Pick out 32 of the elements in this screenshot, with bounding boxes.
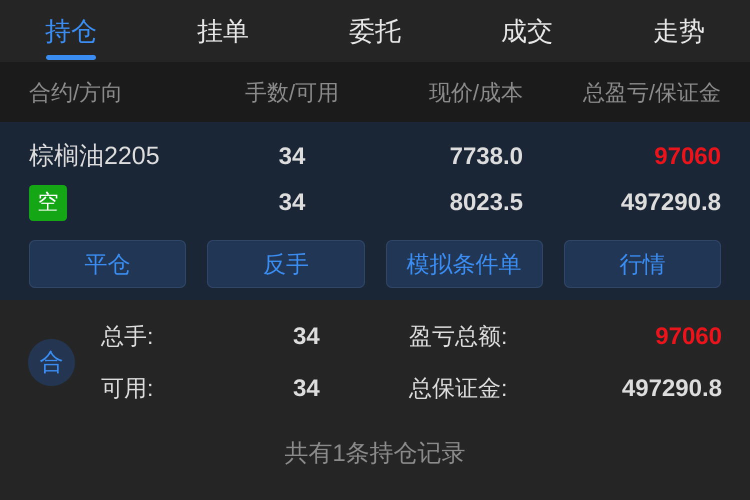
summary-label: 总保证金:	[408, 374, 508, 404]
total-badge: 合	[28, 339, 75, 386]
lots-value: 34	[278, 142, 306, 172]
summary-label: 总手:	[101, 322, 154, 352]
contract-name: 棕榈油2205	[29, 141, 161, 172]
action-button[interactable]: 行情	[564, 240, 721, 288]
column-header: 现价/成本	[428, 78, 523, 106]
summary-label: 可用:	[101, 374, 154, 404]
tab[interactable]: 挂单	[172, 0, 274, 62]
summary-value: 497290.8	[622, 374, 722, 404]
summary-value: 34	[293, 322, 320, 352]
tab-underline	[46, 55, 96, 60]
margin-value: 497290.8	[620, 188, 721, 218]
summary-value: 34	[293, 374, 320, 404]
summary-label: 盈亏总额:	[408, 322, 508, 352]
summary-value: 97060	[655, 322, 722, 352]
tab[interactable]: 委托	[324, 0, 426, 62]
record-count: 共有1条持仓记录	[284, 438, 466, 468]
cost-value: 8023.5	[450, 188, 523, 218]
action-button[interactable]: 反手	[207, 240, 364, 288]
action-button[interactable]: 平仓	[29, 240, 186, 288]
price-value: 7738.0	[450, 142, 523, 172]
tab[interactable]: 持仓	[20, 0, 122, 62]
column-header: 手数/可用	[244, 78, 340, 106]
action-button[interactable]: 模拟条件单	[386, 240, 543, 288]
column-header: 合约/方向	[29, 78, 124, 106]
direction-badge: 空	[29, 185, 67, 221]
available-value: 34	[278, 188, 306, 218]
tab[interactable]: 成交	[476, 0, 578, 62]
tab[interactable]: 走势	[628, 0, 730, 62]
column-header: 总盈亏/保证金	[582, 78, 721, 106]
pnl-value: 97060	[654, 142, 721, 172]
